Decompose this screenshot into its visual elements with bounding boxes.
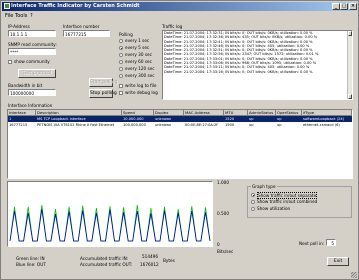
ip-label: IP-Address bbox=[8, 24, 30, 29]
y-mid-label: 0.500 bbox=[217, 211, 229, 216]
menu-bar: File Tools ? bbox=[2, 12, 357, 20]
graph-utilization-label: Show utilization bbox=[257, 206, 291, 211]
write-log-label: write log to file bbox=[125, 83, 157, 88]
traffic-log-lines: DateTime: 21.07.2004; 17:32:31; IN bits/… bbox=[163, 31, 352, 74]
show-community-checkbox[interactable] bbox=[8, 60, 12, 64]
start-polling-button[interactable]: Start polling bbox=[89, 78, 118, 87]
traffic-graph bbox=[7, 181, 213, 247]
stop-polling-button[interactable]: Stop polling bbox=[89, 89, 117, 98]
y-unit-label: Bits/sec bbox=[217, 249, 234, 254]
write-debug-checkbox[interactable] bbox=[119, 91, 123, 95]
graph-combined-radio[interactable] bbox=[251, 200, 255, 204]
interface-number-field[interactable]: 16777215 bbox=[63, 30, 110, 37]
poll-30s-radio[interactable] bbox=[119, 53, 123, 57]
table-cell: ethernet-csmacd (6) bbox=[303, 123, 340, 127]
acc-in-label: Accumulated traffic IN: bbox=[80, 256, 129, 261]
polling-label: Polling bbox=[119, 32, 133, 37]
poll-30s-label: every 30 sec bbox=[125, 52, 152, 57]
next-poll-label: Next poll in: bbox=[299, 241, 325, 246]
community-field[interactable]: **** bbox=[8, 48, 56, 55]
maximize-icon[interactable]: □ bbox=[340, 3, 348, 10]
table-cell: 1500 bbox=[225, 123, 235, 127]
series-line-out bbox=[9, 209, 211, 242]
window-title: Interface Traffic Indicator by Carsten S… bbox=[11, 3, 140, 9]
green-line-legend: Green line: IN bbox=[16, 256, 45, 261]
scroll-down-icon[interactable] bbox=[348, 94, 352, 99]
table-cell: unknown bbox=[155, 123, 172, 127]
write-log-checkbox[interactable] bbox=[119, 84, 123, 88]
bandwidth-field[interactable]: 100000000 bbox=[8, 89, 56, 96]
blue-line-legend: Blue line: OUT bbox=[16, 262, 46, 267]
graph-utilization-radio[interactable] bbox=[251, 207, 255, 211]
interface-info-label: Interface Information bbox=[8, 103, 53, 108]
traffic-log-label: Traffic log bbox=[162, 24, 183, 29]
resize-grip-icon[interactable] bbox=[351, 272, 357, 278]
table-cell: up bbox=[249, 123, 254, 127]
traffic-chart bbox=[9, 204, 211, 242]
app-icon bbox=[4, 3, 10, 9]
poll-300s-label: every 300 sec bbox=[125, 73, 155, 78]
table-cell: 100.000.000 bbox=[123, 123, 146, 127]
poll-1s-radio[interactable] bbox=[119, 39, 123, 43]
exit-button[interactable]: Exit bbox=[327, 257, 349, 266]
graph-separate-label: Show traffic in/out separate bbox=[257, 192, 318, 199]
y-top-label: 1.000 bbox=[217, 180, 229, 185]
poll-60s-radio[interactable] bbox=[119, 60, 123, 64]
scroll-up-icon[interactable] bbox=[348, 31, 352, 36]
title-bar: Interface Traffic Indicator by Carsten S… bbox=[2, 2, 357, 11]
table-cell: up bbox=[277, 123, 282, 127]
graph-combined-label: Show traffic in/out combined bbox=[257, 199, 318, 204]
y-bottom-label: 0 bbox=[217, 242, 220, 247]
ip-field[interactable]: 10.1.1.1 bbox=[8, 30, 56, 37]
interface-table[interactable]: Interface Description Speed Duplex MAC Addre… bbox=[7, 109, 353, 179]
poll-5s-label: every 5 sec bbox=[125, 45, 150, 50]
table-cell: PETNDIS VIA VT6102 Rhine II Fast Etherne… bbox=[37, 123, 115, 127]
graph-separate-radio[interactable] bbox=[251, 193, 255, 197]
traffic-log-scrollbar[interactable] bbox=[347, 31, 352, 99]
graph-type-label: Graph type bbox=[251, 184, 277, 189]
test-protocol-button[interactable]: Test protocol bbox=[18, 69, 56, 78]
poll-120s-label: every 120 sec bbox=[125, 66, 155, 71]
poll-1s-label: every 1 sec bbox=[125, 38, 150, 43]
app-window: Interface Traffic Indicator by Carsten S… bbox=[0, 0, 359, 280]
menu-tools[interactable]: Tools bbox=[15, 13, 27, 19]
show-community-label: show community bbox=[14, 59, 50, 64]
menu-help[interactable]: ? bbox=[30, 13, 33, 19]
next-poll-field: 5 bbox=[326, 239, 336, 246]
table-cell: 00:0E:8E:27:0A:2F bbox=[185, 123, 219, 127]
table-cell: 16777215 bbox=[9, 123, 28, 127]
community-label: SNMP read community: bbox=[8, 42, 57, 47]
log-line: DateTime: 21.07.2004; 17:33:16; IN bits/… bbox=[164, 69, 313, 74]
acc-in-value: 514496 bbox=[142, 254, 158, 259]
acc-out-label: Accumulated traffic OUT: bbox=[80, 262, 133, 267]
write-debug-label: write debug log bbox=[125, 90, 158, 95]
poll-300s-radio[interactable] bbox=[119, 74, 123, 78]
poll-60s-label: every 60 sec bbox=[125, 59, 152, 64]
bandwidth-label: Bandwidth in bit bbox=[8, 83, 43, 88]
bytes-label: Bytes bbox=[163, 258, 175, 263]
interface-number-label: Interface number bbox=[63, 24, 100, 29]
traffic-log[interactable]: DateTime: 21.07.2004; 17:32:31; IN bits/… bbox=[162, 30, 353, 100]
poll-5s-radio[interactable] bbox=[119, 46, 123, 50]
poll-120s-radio[interactable] bbox=[119, 67, 123, 71]
menu-file[interactable]: File bbox=[5, 13, 13, 19]
close-icon[interactable]: × bbox=[349, 3, 357, 10]
acc-out-value: 1676012 bbox=[140, 262, 159, 267]
minimize-icon[interactable]: _ bbox=[332, 3, 340, 10]
